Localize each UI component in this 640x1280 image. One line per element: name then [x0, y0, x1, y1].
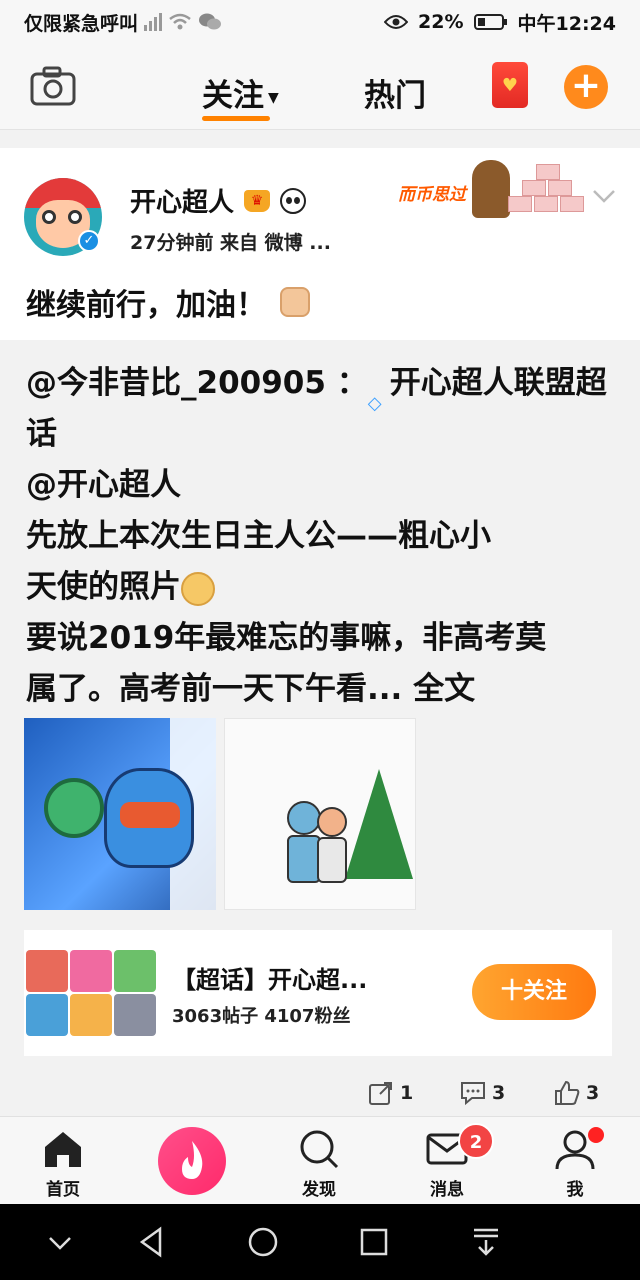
battery-percent: 22% [418, 11, 464, 33]
post-image-2[interactable] [224, 718, 416, 910]
carrier-text: 仅限紧急呼叫 [24, 12, 139, 35]
banner-text: 而币思过 [398, 185, 466, 205]
tab-me-label: 我 [566, 1180, 584, 1200]
chevron-down-icon[interactable] [42, 1224, 78, 1260]
author-name: 开心超人 [130, 188, 235, 218]
cartoon-man-icon [472, 160, 510, 218]
topic-follow-button[interactable]: 十关注 [472, 964, 596, 1020]
active-tab-indicator [202, 116, 270, 121]
signal-icon [144, 13, 163, 31]
post-meta: 27分钟前 来自 微博 ... [130, 232, 331, 254]
post-actions: 1 3 3 [0, 1080, 640, 1110]
repost-line: 天使的照片 [26, 569, 181, 605]
search-icon [300, 1130, 339, 1169]
post-text: 继续前行，加油！ [26, 280, 310, 324]
red-packet-icon[interactable]: ♥ [492, 62, 528, 108]
topic-thumbnail [24, 930, 156, 1056]
topic-stats: 3063帖子 4107粉丝 [172, 1006, 351, 1027]
notification-pull-icon[interactable] [468, 1224, 504, 1260]
tab-follow-label: 关注 [202, 78, 264, 114]
tab-me[interactable]: 我 [530, 1127, 620, 1200]
eye-icon [384, 15, 409, 29]
repost-area[interactable]: @今非昔比_200905 ：◇ 开心超人联盟超 话 @开心超人 先放上本次生日主人… [0, 340, 640, 1116]
fire-icon [182, 1141, 203, 1179]
messages-badge: 2 [458, 1123, 494, 1159]
post-body: 继续前行，加油！ [26, 288, 266, 323]
home-icon [45, 1132, 81, 1167]
crown-icon: ♛ [244, 189, 271, 212]
repost-line: 要说2019年最难忘的事嘛，非高考莫 [26, 620, 547, 656]
fist-emoji-icon [280, 287, 310, 317]
sticker-banner: 而币思过 [398, 158, 588, 222]
repost-line: 话 [26, 416, 57, 452]
panda-icon [280, 187, 307, 214]
post-image-1[interactable] [24, 718, 216, 910]
super-topic-card[interactable]: 【超话】开心超... 3063帖子 4107粉丝 十关注 [24, 930, 612, 1056]
like-count: 3 [586, 1082, 600, 1104]
tab-discover-label: 发现 [302, 1180, 336, 1200]
recents-icon[interactable] [356, 1224, 392, 1260]
doge-emoji-icon [181, 571, 215, 606]
tab-home-label: 首页 [46, 1180, 80, 1200]
tab-follow[interactable]: 关注 ▼ [202, 70, 279, 115]
system-nav-bar [0, 1204, 640, 1280]
home-circle-icon[interactable] [245, 1224, 281, 1260]
top-nav: 关注 ▼ 热门 ♥ + [0, 44, 640, 130]
chevron-down-icon[interactable] [592, 184, 616, 208]
verified-badge-icon: ✓ [78, 230, 100, 252]
compose-plus-button[interactable]: + [564, 65, 608, 109]
notification-dot [588, 1127, 604, 1143]
status-bar: 仅限紧急呼叫 22% 中午12:24 [0, 0, 640, 44]
repost-mention[interactable]: @今非昔比_200905 ： [26, 365, 368, 401]
clock: 中午12:24 [517, 12, 616, 35]
hot-fire-button[interactable] [158, 1127, 226, 1195]
comment-button[interactable]: 3 [460, 1080, 505, 1106]
caret-down-icon: ▼ [268, 89, 279, 106]
share-icon [369, 1082, 392, 1105]
tab-home[interactable]: 首页 [18, 1127, 108, 1200]
repost-mention-2[interactable]: @开心超人 [26, 460, 618, 511]
tab-discover[interactable]: 发现 [274, 1127, 364, 1200]
like-button[interactable]: 3 [554, 1080, 599, 1106]
back-icon[interactable] [134, 1224, 170, 1260]
repost-line-fulltext[interactable]: 属了。高考前一天下午看... 全文 [26, 664, 618, 715]
repost-text: @今非昔比_200905 ：◇ 开心超人联盟超 话 @开心超人 先放上本次生日主人… [26, 358, 618, 715]
repost-topic-link[interactable]: 开心超人联盟超 [390, 365, 607, 401]
post-card: ✓ 开心超人 ♛ 27分钟前 来自 微博 ... 而币思过 继续前行，加油！ [0, 148, 640, 340]
wechat-icon [199, 13, 222, 30]
battery-icon [473, 14, 507, 30]
thumbs-up-icon [555, 1080, 580, 1105]
comment-icon [461, 1082, 485, 1106]
topic-title: 【超话】开心超... [172, 966, 368, 994]
wifi-icon [169, 13, 191, 30]
tab-hot[interactable]: 热门 [364, 70, 426, 115]
bottom-tab-bar: 首页 发现 消息 2 我 [0, 1116, 640, 1204]
tab-messages-label: 消息 [430, 1180, 464, 1200]
repost-button[interactable]: 1 [368, 1080, 413, 1106]
camera-icon[interactable] [30, 66, 76, 106]
post-author[interactable]: 开心超人 ♛ [130, 182, 307, 219]
diamond-icon: ◇ [367, 392, 382, 414]
comment-count: 3 [492, 1082, 506, 1104]
repost-count: 1 [400, 1082, 414, 1104]
repost-line: 先放上本次生日主人公——粗心小 [26, 518, 491, 554]
